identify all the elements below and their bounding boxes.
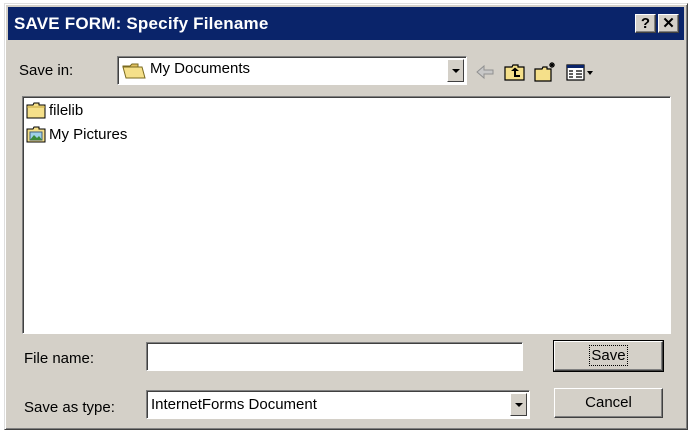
file-list[interactable]: filelib My Pictures bbox=[22, 96, 671, 334]
new-folder-icon[interactable] bbox=[533, 60, 557, 84]
help-button[interactable]: ? bbox=[635, 14, 656, 33]
window-title: SAVE FORM: Specify Filename bbox=[14, 14, 269, 33]
save-in-value: My Documents bbox=[150, 60, 251, 77]
up-one-level-icon[interactable] bbox=[503, 60, 527, 84]
file-name: filelib bbox=[49, 102, 84, 119]
view-menu-icon[interactable] bbox=[565, 60, 595, 84]
close-button[interactable]: ✕ bbox=[658, 14, 679, 33]
chevron-down-icon[interactable] bbox=[510, 393, 527, 416]
back-arrow-icon[interactable] bbox=[473, 60, 497, 84]
pictures-folder-icon bbox=[26, 126, 46, 143]
save-button[interactable]: Save bbox=[553, 340, 664, 372]
save-in-label: Save in: bbox=[19, 62, 74, 79]
save-as-type-select[interactable]: InternetForms Document bbox=[146, 390, 530, 419]
file-name-label: File name: bbox=[24, 350, 95, 367]
folder-icon bbox=[26, 102, 46, 119]
save-in-combo[interactable]: My Documents bbox=[117, 56, 467, 85]
cancel-button[interactable]: Cancel bbox=[554, 388, 663, 418]
save-as-type-label: Save as type: bbox=[24, 399, 115, 416]
folder-icon bbox=[122, 63, 146, 79]
save-dialog: SAVE FORM: Specify Filename ? ✕ Save in:… bbox=[4, 3, 688, 430]
save-as-type-value: InternetForms Document bbox=[151, 396, 317, 413]
file-name-field[interactable] bbox=[146, 342, 523, 371]
chevron-down-icon[interactable] bbox=[447, 59, 464, 82]
title-bar[interactable]: SAVE FORM: Specify Filename ? ✕ bbox=[8, 7, 684, 40]
file-name: My Pictures bbox=[49, 126, 128, 143]
